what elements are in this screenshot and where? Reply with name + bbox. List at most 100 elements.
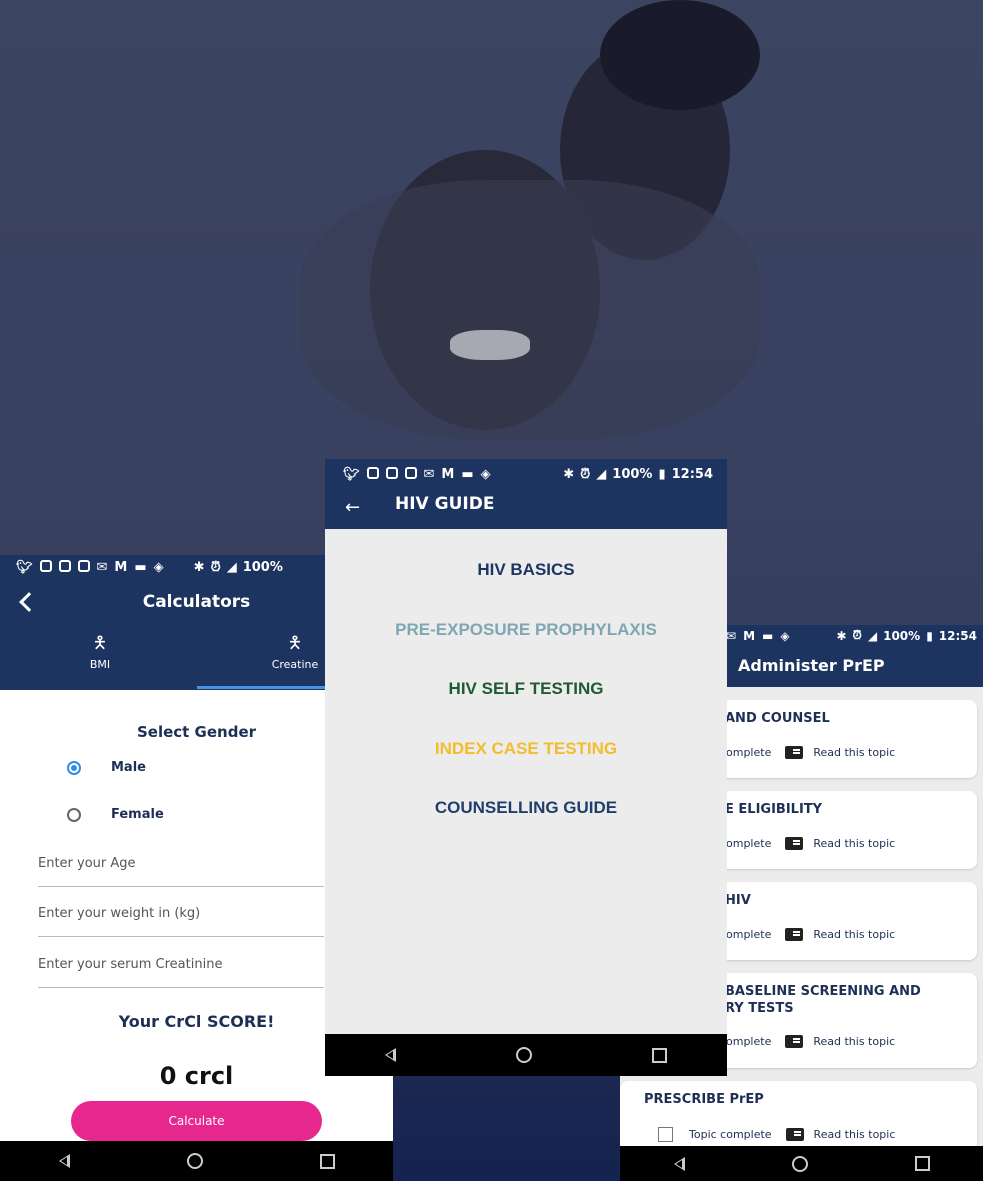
book-icon xyxy=(785,1035,804,1048)
system-icons: ✱ ⏰︎ ◢ 100% xyxy=(194,560,283,575)
topic-title: BASELINE SCREENING AND RY TESTS xyxy=(725,983,921,1017)
read-topic-link[interactable]: Read this topic xyxy=(813,746,895,759)
nav-back-icon[interactable] xyxy=(58,1154,70,1168)
nav-home-icon[interactable] xyxy=(186,1153,203,1169)
gmail-icon: M xyxy=(743,628,756,643)
battery-percent: 100% xyxy=(612,466,653,482)
topic-complete-label[interactable]: omplete xyxy=(726,746,771,759)
twitter-icon: 🐦︎ xyxy=(16,560,33,575)
bluetooth-icon: ✱ xyxy=(836,628,847,643)
nav-recents-icon[interactable] xyxy=(319,1153,335,1169)
radio-unselected-icon[interactable] xyxy=(67,807,81,822)
alarm-icon: ⏰︎ xyxy=(210,560,221,575)
menu-item-index-case-testing[interactable]: INDEX CASE TESTING xyxy=(325,739,727,759)
system-nav-bar xyxy=(0,1141,393,1181)
app-icon: ◈ xyxy=(153,560,164,575)
hiv-guide-screen: 🐦︎ ✉ M ▬ ◈ ✱ ⏰︎ ◢ 100% ▮ 12:54 ← HIV GUI… xyxy=(325,459,727,1076)
tab-label: Creatine xyxy=(271,658,319,671)
tab-bmi[interactable]: 🯅 BMI xyxy=(75,635,125,672)
read-topic-link[interactable]: Read this topic xyxy=(813,1035,895,1048)
app-icon: ◈ xyxy=(780,628,790,643)
topic-card[interactable]: PRESCRIBE PrEP Topic complete Read this … xyxy=(620,1081,977,1151)
system-icons: ✱ ⏰︎ ◢ 100% ▮ 12:54 xyxy=(563,467,713,482)
topic-complete-checkbox[interactable] xyxy=(658,1127,673,1142)
topic-footer: Topic complete Read this topic xyxy=(658,1127,895,1142)
battery-percent: 100% xyxy=(242,560,283,575)
nav-home-icon[interactable] xyxy=(516,1047,532,1063)
twitter-icon: 🐦︎ xyxy=(343,466,360,482)
back-arrow-icon[interactable]: ← xyxy=(345,497,360,518)
system-nav-bar xyxy=(620,1146,983,1181)
radio-selected-icon[interactable] xyxy=(67,760,81,775)
topic-complete-label[interactable]: omplete xyxy=(726,1035,771,1048)
radio-female[interactable]: Female xyxy=(67,807,164,822)
book-icon xyxy=(785,746,804,759)
mail-icon: ✉ xyxy=(726,628,737,643)
age-field[interactable]: Enter your Age xyxy=(38,856,324,887)
bluetooth-icon: ✱ xyxy=(193,560,205,575)
tab-label: BMI xyxy=(89,658,111,671)
topic-title: AND COUNSEL xyxy=(725,711,830,726)
menu-item-counselling-guide[interactable]: COUNSELLING GUIDE xyxy=(325,798,727,818)
topic-complete-label[interactable]: Topic complete xyxy=(689,1128,772,1141)
menu-item-hiv-basics[interactable]: HIV BASICS xyxy=(325,560,727,580)
topic-title-line: BASELINE SCREENING AND xyxy=(725,984,921,999)
instagram-icon xyxy=(58,560,71,572)
page-title: Administer PrEP xyxy=(738,656,885,675)
person-icon: 🯅 xyxy=(287,633,303,653)
book-icon xyxy=(785,837,804,850)
page-title: HIV GUIDE xyxy=(395,494,495,514)
clock-time: 12:54 xyxy=(671,466,713,482)
mail-icon: ✉ xyxy=(96,560,108,575)
mail-icon: ✉ xyxy=(423,466,435,482)
signal-icon: ◢ xyxy=(596,466,607,482)
instagram-icon xyxy=(39,560,52,572)
menu-item-hiv-self-testing[interactable]: HIV SELF TESTING xyxy=(325,679,727,699)
creatinine-field[interactable]: Enter your serum Creatinine xyxy=(38,957,324,988)
signal-icon: ◢ xyxy=(867,628,878,643)
radio-label: Male xyxy=(111,760,146,775)
read-topic-link[interactable]: Read this topic xyxy=(813,837,895,850)
instagram-icon xyxy=(385,466,398,479)
image-icon: ▬ xyxy=(134,560,147,575)
clock-time: 12:54 xyxy=(938,628,977,643)
gmail-icon: M xyxy=(114,560,128,575)
battery-percent: 100% xyxy=(883,628,921,643)
notification-icons: 🐦︎ ✉ M ▬ ◈ xyxy=(343,466,491,482)
nav-back-icon[interactable] xyxy=(673,1156,685,1171)
tab-creatine[interactable]: 🯅 Creatine xyxy=(265,633,325,672)
battery-icon: ▮ xyxy=(658,466,666,482)
alarm-icon: ⏰︎ xyxy=(852,628,862,642)
battery-icon: ▮ xyxy=(926,628,933,643)
app-bar: 🐦︎ ✉ M ▬ ◈ ✱ ⏰︎ ◢ 100% ▮ 12:54 ← HIV GUI… xyxy=(325,459,727,529)
nav-recents-icon[interactable] xyxy=(914,1156,930,1171)
topic-footer: omplete Read this topic xyxy=(726,837,895,850)
nav-home-icon[interactable] xyxy=(791,1155,808,1172)
calculate-button[interactable]: Calculate xyxy=(71,1101,322,1141)
gmail-icon: M xyxy=(441,466,455,482)
instagram-icon xyxy=(77,560,90,572)
book-icon xyxy=(785,1128,804,1141)
nav-recents-icon[interactable] xyxy=(652,1047,667,1063)
system-icons: ✱ ⏰︎ ◢ 100% ▮ 12:54 xyxy=(836,628,977,643)
nav-back-icon[interactable] xyxy=(385,1048,396,1062)
system-nav-bar xyxy=(325,1034,727,1076)
topic-footer: omplete Read this topic xyxy=(726,928,895,941)
topic-title: HIV xyxy=(725,893,751,908)
read-topic-link[interactable]: Read this topic xyxy=(814,1128,896,1141)
app-icon: ◈ xyxy=(480,466,491,482)
topic-title-line: RY TESTS xyxy=(725,1001,794,1016)
status-bar: 🐦︎ ✉ M ▬ ◈ ✱ ⏰︎ ◢ 100% ▮ 12:54 xyxy=(343,463,713,485)
topic-footer: omplete Read this topic xyxy=(726,1035,895,1048)
read-topic-link[interactable]: Read this topic xyxy=(813,928,895,941)
notification-icons: 🐦︎ ✉ M ▬ ◈ xyxy=(16,560,164,575)
bluetooth-icon: ✱ xyxy=(563,466,575,482)
radio-label: Female xyxy=(111,807,164,822)
topic-footer: omplete Read this topic xyxy=(726,746,895,759)
topic-complete-label[interactable]: omplete xyxy=(726,837,771,850)
radio-male[interactable]: Male xyxy=(67,760,146,775)
menu-item-pre-exposure-prophylaxis[interactable]: PRE-EXPOSURE PROPHYLAXIS xyxy=(325,620,727,640)
weight-field[interactable]: Enter your weight in (kg) xyxy=(38,906,324,937)
image-icon: ▬ xyxy=(461,466,474,482)
topic-complete-label[interactable]: omplete xyxy=(726,928,771,941)
